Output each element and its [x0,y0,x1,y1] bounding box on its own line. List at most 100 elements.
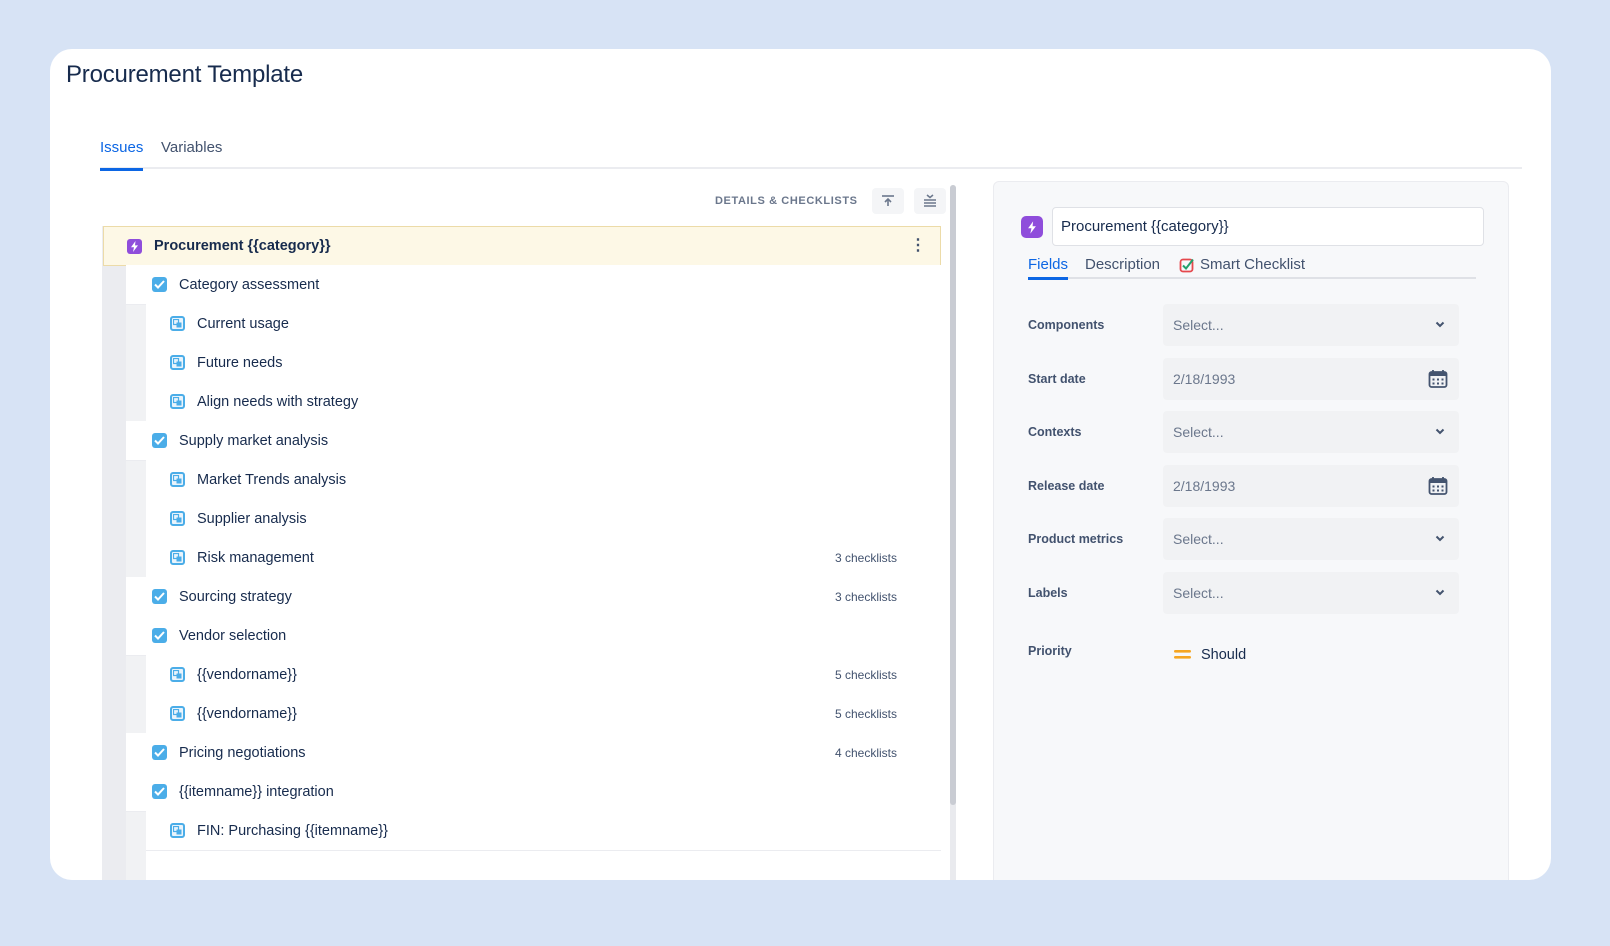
subtask-icon [170,550,185,565]
checkbox-icon [152,277,167,292]
tree-row[interactable]: Vendor selection [126,616,941,656]
tree-rail-nested [126,812,146,880]
expand-all-button[interactable] [913,188,946,214]
template-card: Procurement Template Issues Variables DE… [50,49,1551,880]
tree-row[interactable]: Risk management 3 checklists [146,538,941,578]
tree-row-label: Future needs [197,354,283,371]
tree-row[interactable]: FIN: Purchasing {{itemname}} [146,811,941,851]
tab-smart-checklist[interactable]: Smart Checklist [1179,256,1305,273]
subtask-icon [170,706,185,721]
subtask-icon [170,394,185,409]
checkbox-icon [152,433,167,448]
tree-row-label: Current usage [197,315,289,332]
tree-row[interactable]: Supplier analysis [146,499,941,539]
tree-row[interactable]: {{vendorname}} 5 checklists [146,655,941,695]
priority-medium-icon [1174,650,1191,659]
tree-row-label: {{itemname}} integration [179,783,334,800]
tab-description[interactable]: Description [1085,256,1160,273]
checklist-count: 3 checklists [834,589,897,604]
tree-row[interactable]: Pricing negotiations 4 checklists [126,733,941,773]
tree-root-label: Procurement {{category}} [154,238,331,254]
smart-checklist-icon [1179,258,1194,272]
tree-row[interactable]: Future needs [146,343,941,383]
select-field[interactable]: Select... [1163,304,1459,346]
scrollbar-thumb[interactable] [950,185,956,805]
tree-row-label: Market Trends analysis [197,471,347,488]
priority-field[interactable]: Should [1174,647,1246,663]
checkbox-icon [152,589,167,604]
select-field[interactable]: Select... [1163,571,1459,614]
field-label: Start date [1028,371,1086,386]
tree-row-label: Align needs with strategy [197,393,359,410]
tree-row[interactable]: Current usage [146,304,941,344]
tree-row[interactable]: {{itemname}} integration [126,772,941,812]
tree-row-label: {{vendorname}} [197,705,297,722]
calendar-icon [1428,369,1448,392]
tree-row-label: {{vendorname}} [197,666,297,683]
tab-variables[interactable]: Variables [161,139,222,167]
tree-rail-nested [126,461,146,578]
priority-label: Priority [1028,644,1072,658]
tree-row[interactable]: {{vendorname}} 5 checklists [146,694,941,734]
field-label: Product metrics [1028,532,1124,546]
tree-row-label: Category assessment [179,276,320,293]
field-value: Select... [1173,424,1224,440]
tree-row[interactable]: Supply market analysis [126,421,941,461]
chevron-down-icon [1433,585,1447,602]
tree-toolbar: DETAILS & CHECKLISTS [715,187,946,215]
checkbox-icon [152,628,167,643]
date-field[interactable]: 2/18/1993 [1163,464,1459,507]
tab-issues[interactable]: Issues [100,139,144,171]
tree-rail-nested [126,305,146,422]
tree-row-label: Supply market analysis [179,432,329,449]
details-checklists-toggle[interactable]: DETAILS & CHECKLISTS [715,195,858,207]
tree-row-label: Pricing negotiations [179,744,306,761]
field-value: Select... [1173,317,1224,333]
subtask-icon [170,667,185,682]
tab-fields-label: Fields [1028,256,1069,273]
tree-row[interactable]: Category assessment [126,265,941,305]
field-label: Labels [1028,585,1068,600]
checkbox-icon [152,745,167,760]
chevron-down-icon [1433,317,1447,334]
tree-row[interactable]: Align needs with strategy [146,382,941,422]
tab-description-label: Description [1085,256,1161,273]
chevron-down-icon [1433,531,1447,548]
issue-title-input[interactable]: Procurement {{category}} [1052,207,1484,246]
field-label: Contexts [1028,425,1082,439]
tree-row-label: FIN: Purchasing {{itemname}} [197,822,389,839]
main-tabs: Issues Variables [100,139,1522,171]
field-label: Components [1028,318,1105,332]
subtask-icon [170,823,185,838]
tab-fields[interactable]: Fields [1028,256,1069,280]
tree-row-label: Risk management [197,549,314,566]
subtask-icon [170,316,185,331]
field-label: Release date [1028,478,1105,493]
subtask-icon [170,511,185,526]
field-value: 2/18/1993 [1173,477,1236,494]
select-field[interactable]: Select... [1163,411,1459,453]
priority-value: Should [1201,647,1247,663]
select-field[interactable]: Select... [1163,518,1459,560]
subtask-icon [170,472,185,487]
subtask-icon [170,355,185,370]
date-field[interactable]: 2/18/1993 [1163,357,1459,400]
epic-icon [127,238,142,254]
collapse-button[interactable] [871,188,904,214]
detail-tabs: Fields Description Smart Checklist [1028,252,1476,280]
page-title: Procurement Template [66,61,304,88]
collapse-icon [881,195,894,206]
tree-row[interactable]: Market Trends analysis [146,460,941,500]
tree-row-label: Supplier analysis [197,510,307,527]
checklist-count: 3 checklists [834,550,897,565]
calendar-icon [1428,476,1448,499]
checklist-count: 5 checklists [834,706,897,721]
tree-scrollbar[interactable] [950,185,956,880]
tree-row[interactable]: Sourcing strategy 3 checklists [126,577,941,617]
epic-icon [1021,216,1043,238]
tree-root-row[interactable]: Procurement {{category}} ⋮ [103,226,941,266]
expand-all-icon [923,194,936,207]
more-vertical-icon[interactable]: ⋮ [910,238,926,254]
issue-tree: Procurement {{category}} ⋮ Category asse… [102,226,941,880]
issue-detail-panel: Procurement {{category}} Fields Descript… [993,181,1509,880]
